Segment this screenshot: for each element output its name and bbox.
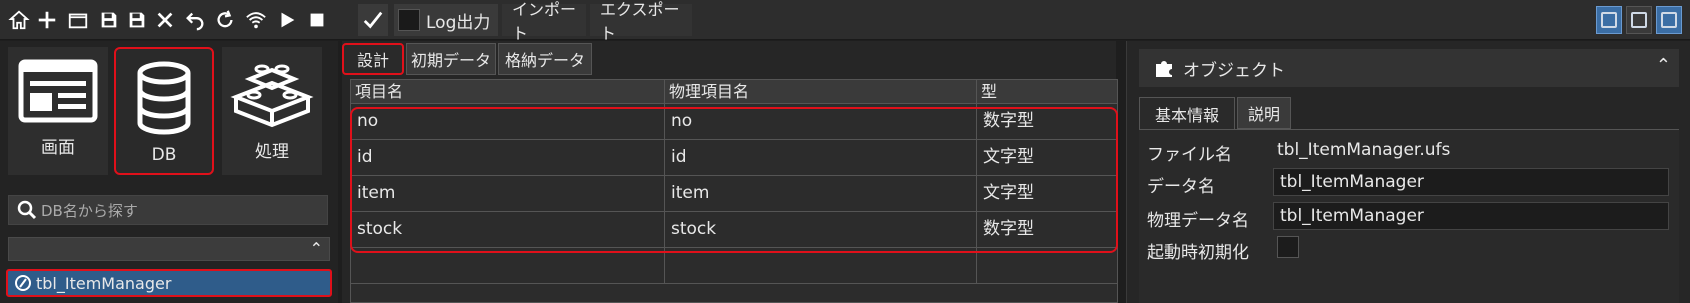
table-cell[interactable]: id <box>665 140 977 176</box>
tree-item-label: tbl_ItemManager <box>36 273 172 293</box>
export-button[interactable]: エクスポート <box>590 0 692 43</box>
table-cell[interactable]: 数字型 <box>977 212 1117 248</box>
file-name-value: tbl_ItemManager.ufs <box>1277 140 1451 160</box>
home-icon[interactable] <box>6 4 32 36</box>
wifi-icon[interactable] <box>242 4 270 36</box>
table-cell[interactable]: item <box>665 176 977 212</box>
table-node-icon <box>15 275 31 291</box>
left-panel: 画面 DB 処理 DB名から探す ⌃ tbl_ItemManager <box>0 41 338 303</box>
table-cell[interactable]: stock <box>351 212 665 248</box>
layout-center-icon <box>1631 12 1647 28</box>
tab-description[interactable]: 説明 <box>1237 97 1291 129</box>
stop-icon[interactable] <box>304 4 330 36</box>
category-db[interactable]: DB <box>114 47 214 175</box>
table-cell[interactable] <box>665 248 977 284</box>
open-folder-icon[interactable] <box>64 4 92 36</box>
init-on-start-checkbox[interactable] <box>1277 236 1299 258</box>
table-cell[interactable]: stock <box>665 212 977 248</box>
physical-data-name-field[interactable]: tbl_ItemManager <box>1273 202 1669 230</box>
layout-left-button[interactable] <box>1596 6 1622 34</box>
layout-left-icon <box>1601 12 1617 28</box>
save-icon[interactable] <box>96 4 122 36</box>
import-button[interactable]: インポート <box>502 0 586 43</box>
object-panel-header[interactable]: オブジェクト ⌃ <box>1139 49 1679 87</box>
table-cell[interactable] <box>977 248 1117 284</box>
save-all-icon[interactable] <box>124 4 150 36</box>
layout-right-icon <box>1661 12 1677 28</box>
search-placeholder: DB名から探す <box>41 201 138 220</box>
close-icon[interactable] <box>152 4 178 36</box>
right-panel: オブジェクト ⌃ 基本情報 説明 ファイル名 tbl_ItemManager.u… <box>1126 41 1690 303</box>
data-name-field[interactable]: tbl_ItemManager <box>1273 168 1669 196</box>
category-db-label: DB <box>151 145 177 165</box>
physical-data-name-label: 物理データ名 <box>1147 211 1249 231</box>
chevron-up-icon[interactable]: ⌃ <box>310 239 323 258</box>
chevron-up-icon[interactable]: ⌃ <box>1656 55 1671 76</box>
database-icon <box>137 61 191 135</box>
tab-stored-data[interactable]: 格納データ <box>498 43 592 75</box>
init-on-start-label: 起動時初期化 <box>1147 243 1249 263</box>
category-process-label: 処理 <box>255 142 289 162</box>
tab-basic-info[interactable]: 基本情報 <box>1139 97 1235 129</box>
column-header-field-name[interactable]: 項目名 <box>351 80 665 104</box>
table-cell[interactable]: id <box>351 140 665 176</box>
field-grid: 項目名 物理項目名 型 no no 数字型 id id 文字型 item ite… <box>350 79 1118 303</box>
puzzle-icon <box>1156 61 1172 77</box>
check-icon[interactable] <box>358 4 388 36</box>
log-output-toggle[interactable]: Log出力 <box>394 4 498 36</box>
search-input[interactable]: DB名から探す <box>8 195 328 225</box>
category-screen-label: 画面 <box>41 138 75 158</box>
blocks-icon <box>230 64 314 128</box>
play-icon[interactable] <box>274 4 300 36</box>
layout-center-button[interactable] <box>1626 6 1652 34</box>
table-cell[interactable]: 数字型 <box>977 104 1117 140</box>
category-process[interactable]: 処理 <box>222 47 322 175</box>
file-name-label: ファイル名 <box>1147 145 1232 165</box>
log-output-label: Log出力 <box>426 12 491 33</box>
layout-right-button[interactable] <box>1656 6 1682 34</box>
undo-icon[interactable] <box>182 4 208 36</box>
plus-icon[interactable] <box>34 4 60 36</box>
middle-panel: 設計 初期データ 格納データ 項目名 物理項目名 型 no no 数字型 id … <box>342 41 1118 303</box>
toolbar: Log出力 インポート エクスポート <box>0 0 1690 43</box>
search-icon <box>17 200 37 220</box>
object-panel-title: オブジェクト <box>1183 60 1285 81</box>
column-header-type[interactable]: 型 <box>977 80 1117 104</box>
table-cell[interactable] <box>351 248 665 284</box>
tree-item-tbl-itemmanager[interactable]: tbl_ItemManager <box>6 269 332 297</box>
log-output-checkbox[interactable] <box>398 9 420 31</box>
table-cell[interactable]: no <box>351 104 665 140</box>
screen-icon <box>18 59 98 123</box>
table-cell[interactable]: 文字型 <box>977 140 1117 176</box>
table-cell[interactable]: 文字型 <box>977 176 1117 212</box>
property-area: ファイル名 tbl_ItemManager.ufs データ名 tbl_ItemM… <box>1139 129 1679 303</box>
column-header-physical-name[interactable]: 物理項目名 <box>665 80 977 104</box>
tab-design[interactable]: 設計 <box>342 43 404 75</box>
table-cell[interactable]: item <box>351 176 665 212</box>
refresh-icon[interactable] <box>212 4 238 36</box>
table-cell[interactable]: no <box>665 104 977 140</box>
category-screen[interactable]: 画面 <box>8 47 108 175</box>
tab-initial-data[interactable]: 初期データ <box>406 43 496 75</box>
tree-collapse-bar[interactable]: ⌃ <box>8 237 330 261</box>
data-name-label: データ名 <box>1147 177 1215 197</box>
